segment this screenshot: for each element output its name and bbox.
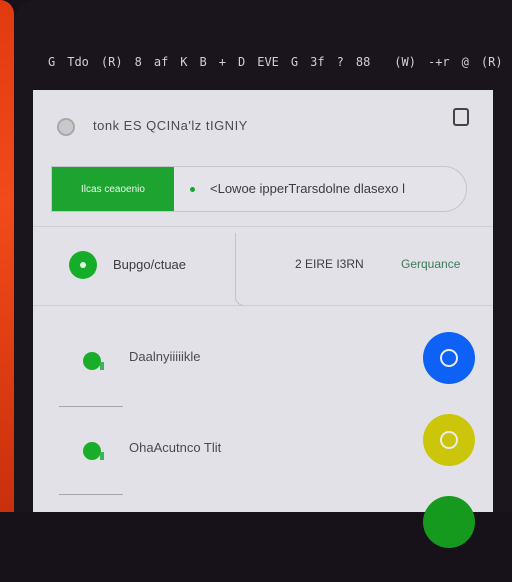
status-icon: G: [290, 55, 299, 69]
app-logo-icon: [57, 118, 75, 136]
status-icon: 3f: [310, 55, 325, 69]
status-icon: @: [461, 55, 469, 69]
list-item-status-icon: [83, 352, 104, 370]
list-item-action-button[interactable]: [423, 414, 475, 466]
list-item[interactable]: Daalnyiiiiikle: [33, 312, 493, 407]
status-icon: EVE: [257, 55, 279, 69]
status-icon: (W): [394, 55, 416, 69]
tab-tertiary[interactable]: Gerquance: [401, 257, 460, 271]
ring-icon: [440, 431, 458, 449]
status-icon: +: [218, 55, 226, 69]
tab-status-icon: [69, 251, 97, 279]
status-icon: K: [180, 55, 188, 69]
status-icon: -+r: [427, 55, 450, 69]
status-icon: (R): [480, 55, 503, 69]
search-bar[interactable]: Ilcas ceaoenio <Lowoe ipperTrarsdolne dl…: [51, 166, 467, 212]
tab-primary-label: Bupgo/ctuae: [113, 257, 187, 272]
status-icon: 88: [355, 55, 371, 69]
list-item[interactable]: OhaAcutnco Tlit: [33, 402, 493, 495]
list-item[interactable]: [33, 492, 493, 582]
status-icon: G: [48, 55, 56, 69]
status-icon: (R): [100, 55, 123, 69]
copy-icon[interactable]: [453, 108, 469, 126]
list-item-status-icon: [83, 442, 104, 460]
tab-bar: Bupgo/ctuae 2 EIRE I3RN Gerquance: [33, 226, 493, 306]
status-icon: B: [199, 55, 207, 69]
tab-divider: [235, 233, 244, 306]
search-input[interactable]: <Lowoe ipperTrarsdolne dlasexo l: [210, 181, 405, 196]
status-icon: D: [238, 55, 246, 69]
list-item-action-button[interactable]: [423, 496, 475, 548]
list-item-action-button[interactable]: [423, 332, 475, 384]
tab-primary[interactable]: Bupgo/ctuae: [33, 227, 233, 305]
list-item-label: Daalnyiiiiikle: [129, 349, 201, 364]
device-bezel-accent: [0, 0, 14, 512]
status-icon: 8: [134, 55, 142, 69]
status-icon: ?: [336, 55, 344, 69]
status-dot-icon: [190, 187, 195, 192]
page-title: tonk ES QCINa'lz tIGNIY: [93, 118, 248, 133]
status-bar: G Tdo (R) 8 af K B + D EVE G 3f ? 88 (W)…: [48, 50, 503, 74]
search-button[interactable]: Ilcas ceaoenio: [52, 167, 174, 211]
tab-secondary[interactable]: 2 EIRE I3RN: [295, 257, 364, 271]
app-screen: tonk ES QCINa'lz tIGNIY Ilcas ceaoenio <…: [33, 90, 493, 548]
app-header: tonk ES QCINa'lz tIGNIY: [33, 90, 493, 168]
ring-icon: [440, 349, 458, 367]
status-icon: Tdo: [67, 55, 89, 69]
status-icon: af: [153, 55, 169, 69]
list-item-label: OhaAcutnco Tlit: [129, 440, 222, 455]
